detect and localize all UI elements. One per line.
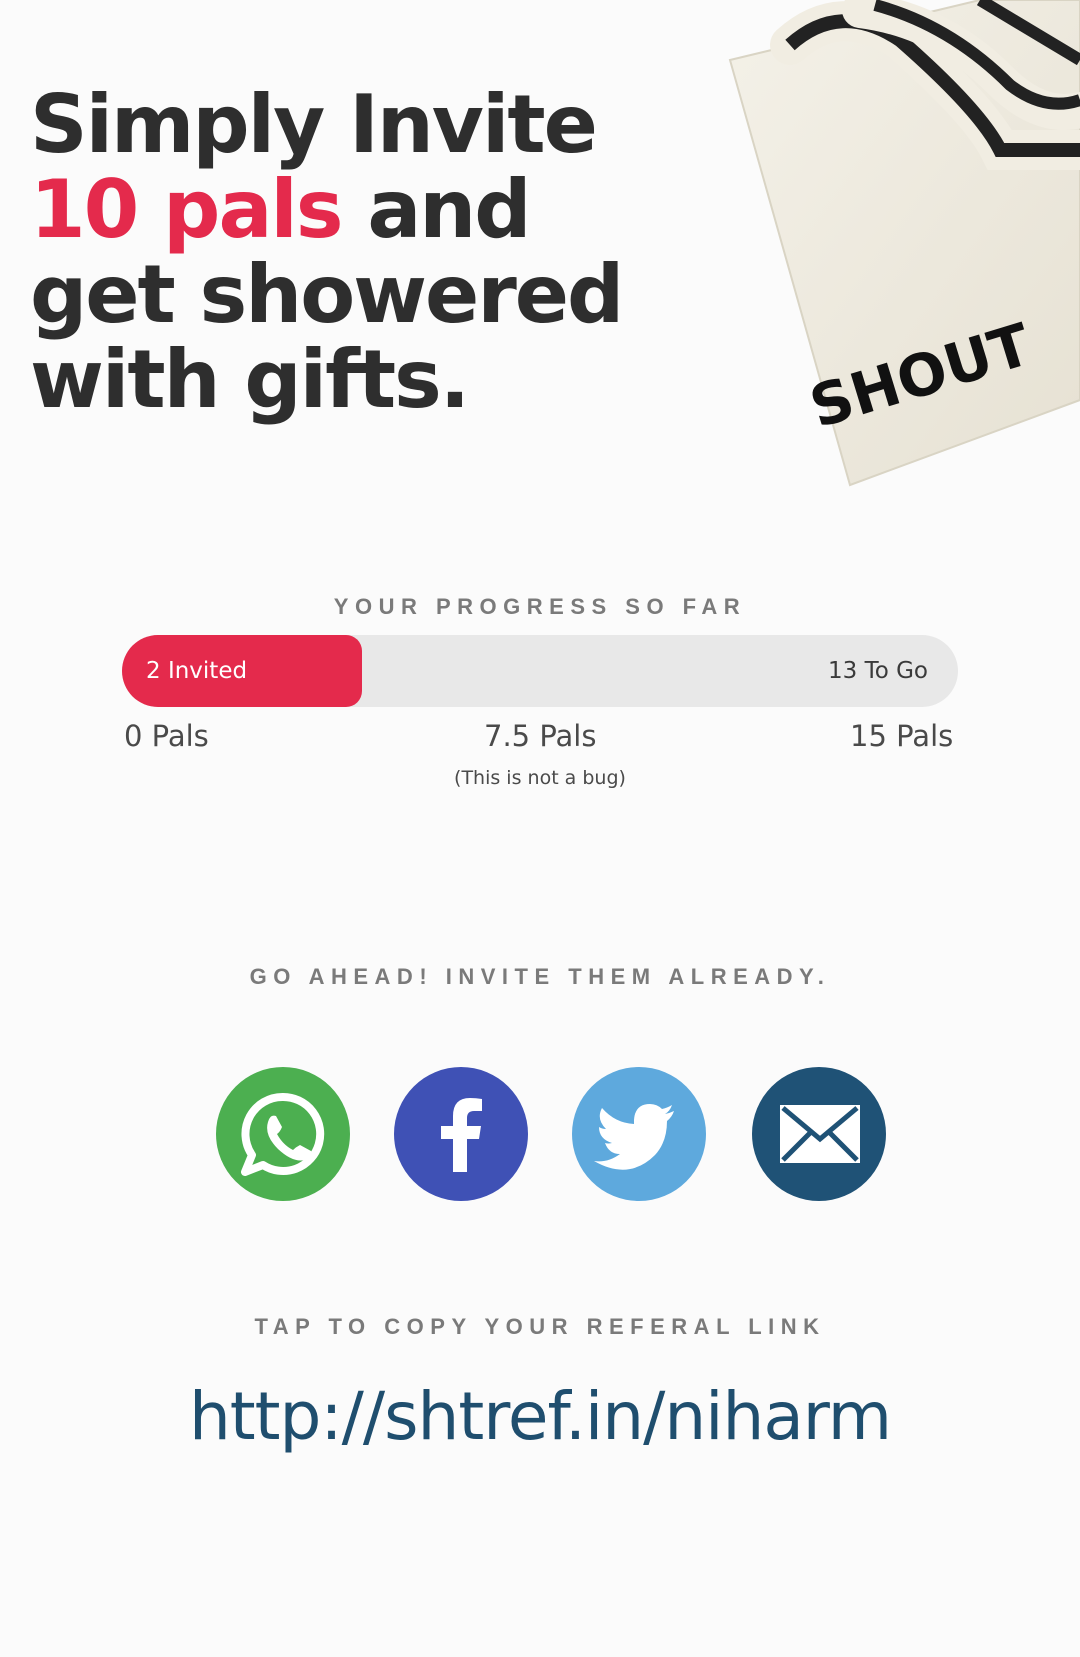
headline-line-4: with gifts. (30, 333, 470, 426)
referral-label: TAP TO COPY YOUR REFERAL LINK (254, 1314, 826, 1339)
email-share-button[interactable] (752, 1067, 886, 1201)
email-icon (780, 1105, 860, 1163)
headline: Simply Invite 10 pals and get showered w… (30, 82, 730, 422)
twitter-icon (594, 1104, 674, 1170)
share-label: GO AHEAD! INVITE THEM ALREADY. (249, 964, 831, 989)
scale-min-label: 0 Pals (124, 719, 209, 753)
progress-bar-fill: 2 Invited (122, 635, 362, 707)
headline-line-2: and (341, 163, 531, 256)
whatsapp-icon (241, 1092, 325, 1176)
headline-accent: 10 pals (30, 163, 343, 256)
scale-mid-label: 7.5 Pals (484, 719, 597, 753)
headline-line-1: Simply Invite (30, 78, 598, 171)
progress-bar: 2 Invited 13 To Go (122, 635, 958, 707)
invited-count: 2 Invited (146, 658, 248, 684)
whatsapp-share-button[interactable] (216, 1067, 350, 1201)
tote-bag-image: SHOUT (728, 0, 1080, 487)
headline-line-3: get showered (30, 248, 624, 341)
facebook-share-button[interactable] (394, 1067, 528, 1201)
scale-note: (This is not a bug) (454, 767, 626, 789)
referral-link[interactable]: http://shtref.in/niharm (0, 1378, 1080, 1455)
scale-max-label: 15 Pals (850, 719, 954, 753)
twitter-share-button[interactable] (572, 1067, 706, 1201)
to-go-count: 13 To Go (828, 658, 928, 684)
progress-label: YOUR PROGRESS SO FAR (333, 594, 747, 619)
facebook-icon (441, 1098, 482, 1172)
